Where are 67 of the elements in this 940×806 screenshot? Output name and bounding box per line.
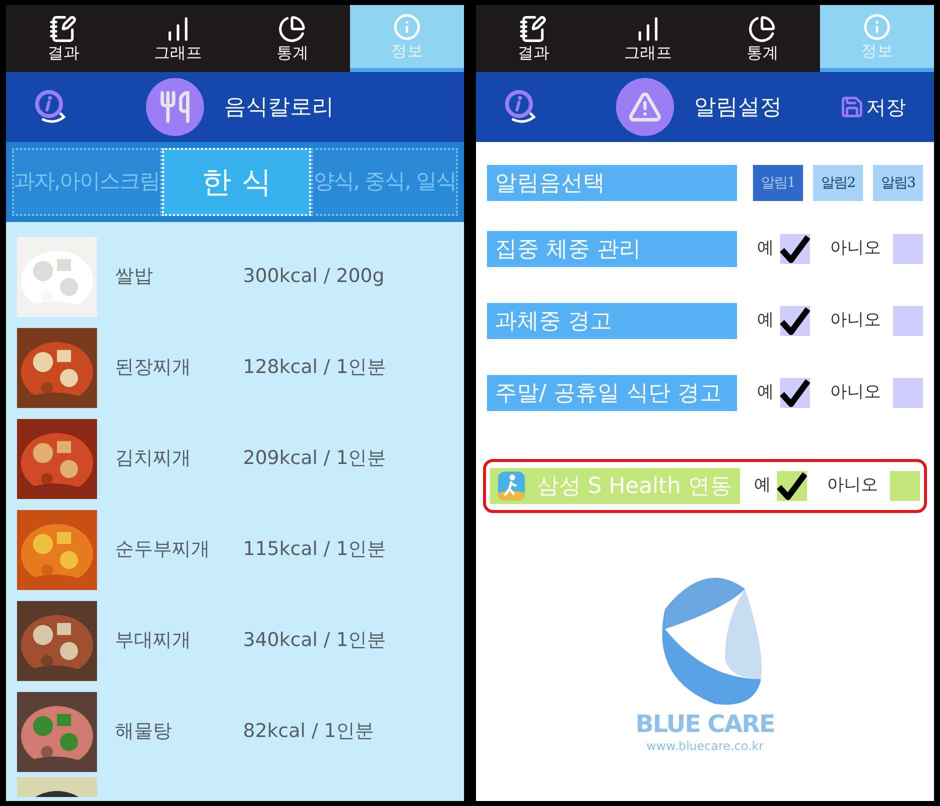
yes-label: 예 — [757, 237, 774, 260]
no-label: 아니오 — [830, 309, 881, 332]
food-calories: 82kcal / 1인분 — [243, 719, 374, 744]
food-name: 된장찌개 — [115, 355, 192, 380]
setting-label: 과체중 경고 — [487, 303, 737, 339]
checkbox[interactable] — [893, 378, 923, 408]
info-icon — [862, 12, 891, 40]
alarm-sound-option[interactable]: 알림3 — [873, 165, 923, 201]
nav-tab[interactable]: 결과 — [6, 5, 120, 72]
check-icon — [780, 307, 810, 335]
nav-tab[interactable]: 통계 — [705, 5, 820, 72]
save-button[interactable]: 저장 — [840, 92, 906, 122]
nav-tab[interactable]: 결과 — [476, 5, 590, 72]
check-icon — [777, 472, 807, 500]
food-calories: 115kcal / 1인분 — [243, 537, 386, 562]
checkbox[interactable] — [893, 306, 923, 336]
food-calories: 128kcal / 1인분 — [243, 355, 386, 380]
logo-name: BLUE CARE — [635, 709, 775, 739]
no-label: 아니오 — [830, 237, 881, 260]
setting-label: 알림음선택 — [487, 165, 737, 201]
check-icon — [780, 235, 810, 263]
nav-tab[interactable]: 그래프 — [590, 5, 705, 72]
checkbox[interactable] — [777, 471, 807, 501]
yes-label: 예 — [754, 474, 771, 498]
food-calories: 300kcal / 200g — [243, 264, 384, 290]
food-name: 쌀밥 — [115, 264, 154, 290]
info-icon — [392, 12, 421, 40]
food-row[interactable]: 쌀밥 300kcal / 200g — [17, 231, 464, 322]
pie-chart-icon — [748, 14, 776, 42]
food-calories: 209kcal / 1인분 — [243, 446, 386, 472]
checkbox[interactable] — [780, 306, 810, 336]
yes-label: 예 — [757, 381, 774, 404]
food-row[interactable]: 순두부찌개 115kcal / 1인분 — [17, 504, 464, 595]
food-row[interactable]: 된장찌개 128kcal / 1인분 — [17, 322, 464, 413]
nav-tab[interactable]: 통계 — [235, 5, 350, 72]
pie-chart-icon — [278, 14, 306, 42]
food-row[interactable]: 김치찌개 209kcal / 1인분 — [17, 413, 464, 504]
food-calories: 340kcal / 1인분 — [243, 628, 386, 654]
alarm-sound-option[interactable]: 알림2 — [813, 165, 863, 201]
header-title: 음식칼로리 — [224, 94, 334, 122]
checkbox[interactable] — [780, 234, 810, 264]
warning-icon — [628, 90, 662, 124]
setting-label: 집중 체중 관리 — [487, 231, 737, 267]
setting-label: 삼성 S Health 연동 — [490, 468, 740, 504]
notebook-pencil-icon — [49, 14, 78, 42]
alarm-sound-option[interactable]: 알림1 — [753, 165, 803, 201]
food-row[interactable]: 부대찌개 340kcal / 1인분 — [17, 595, 464, 686]
yes-label: 예 — [757, 309, 774, 332]
logo-url: www.bluecare.co.kr — [646, 739, 764, 754]
no-label: 아니오 — [827, 474, 878, 498]
checkbox[interactable] — [780, 378, 810, 408]
food-name: 김치찌개 — [115, 446, 192, 472]
food-name: 해물탕 — [115, 719, 173, 744]
setting-label: 주말/ 공휴일 식단 경고 — [487, 375, 737, 411]
food-name: 순두부찌개 — [115, 537, 211, 562]
header-title: 알림설정 — [694, 94, 782, 122]
no-label: 아니오 — [830, 381, 881, 404]
walking-app-icon — [498, 471, 525, 501]
checkbox[interactable] — [890, 471, 920, 501]
nav-tab[interactable]: 그래프 — [120, 5, 235, 72]
food-name: 부대찌개 — [115, 628, 192, 654]
info-back-icon[interactable] — [34, 89, 68, 125]
food-row[interactable]: 해물탕 82kcal / 1인분 — [17, 686, 464, 777]
notebook-pencil-icon — [519, 14, 548, 42]
checkbox[interactable] — [893, 234, 923, 264]
check-icon — [780, 379, 810, 407]
info-back-icon[interactable] — [504, 89, 538, 125]
